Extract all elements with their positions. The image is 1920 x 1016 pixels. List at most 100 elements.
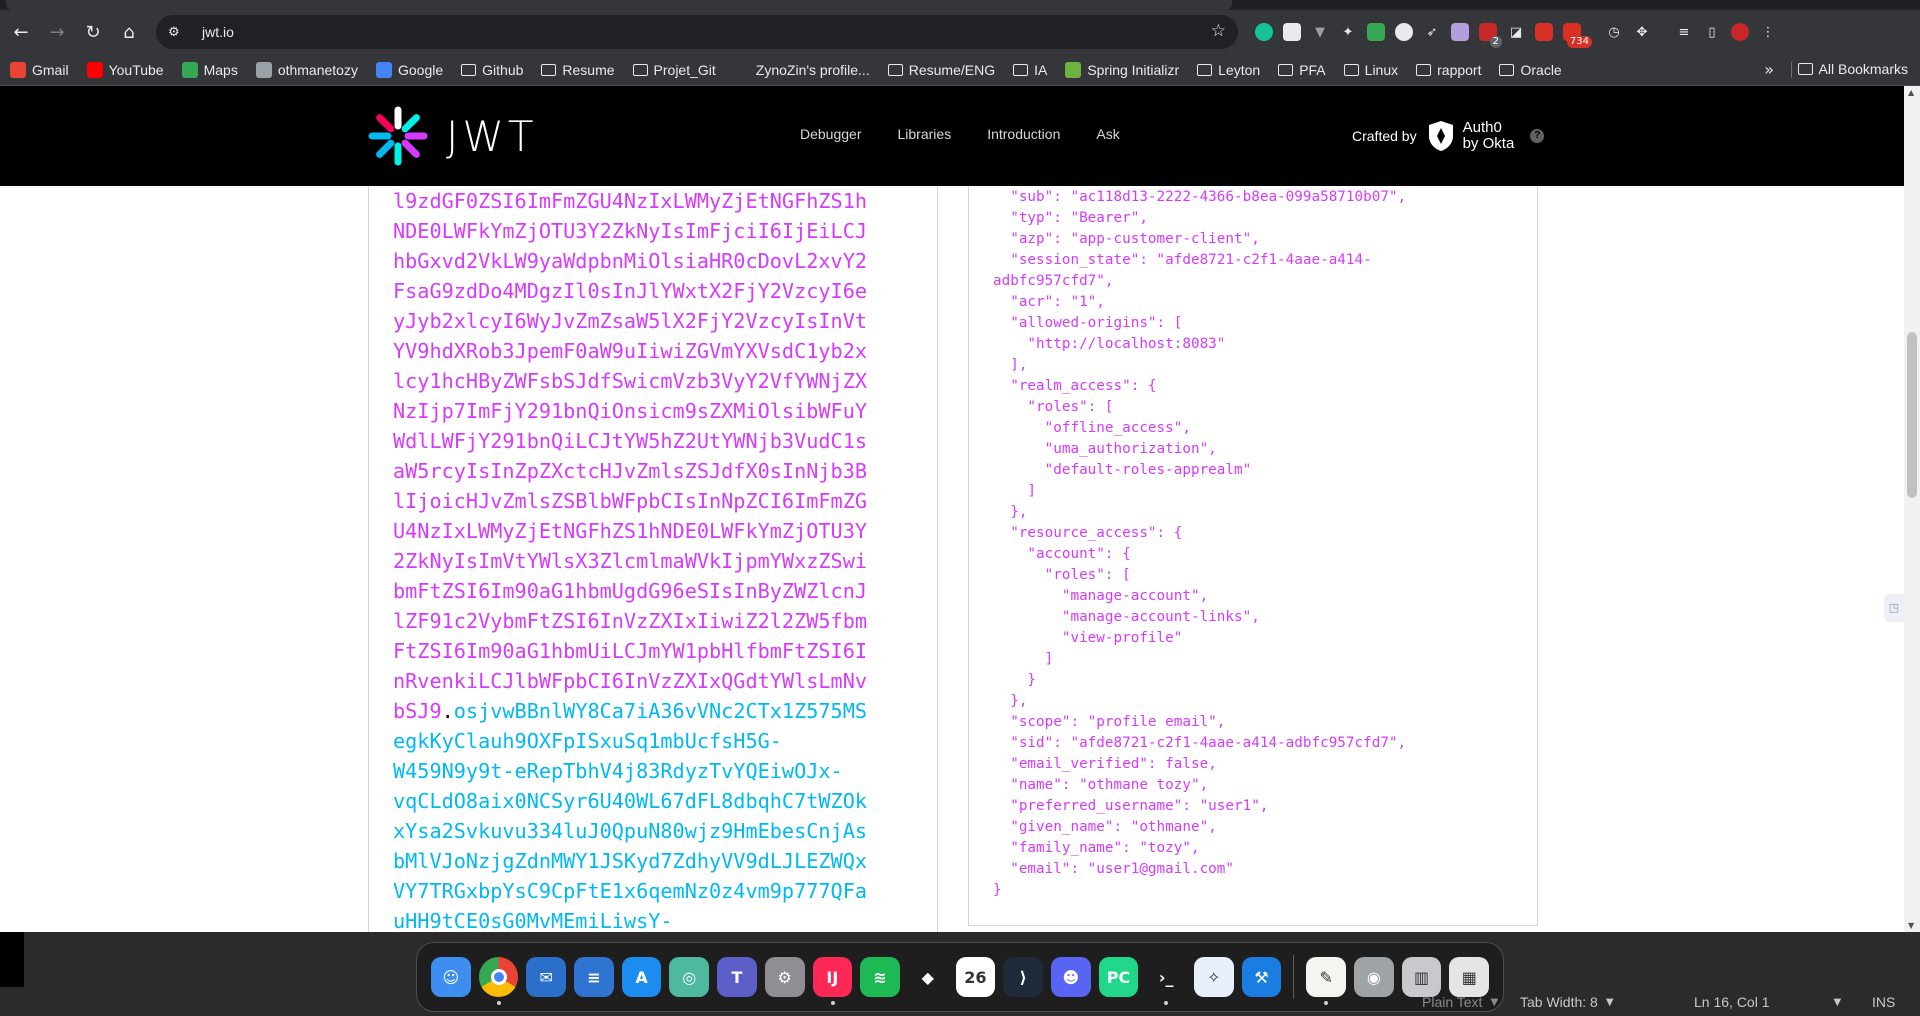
home-icon[interactable]: ⌂ — [114, 17, 144, 47]
editor-statusbar: Plain Text ▼ Tab Width: 8 ▼ Ln 16, Col 1 ▼ … — [0, 988, 1920, 1016]
decoded-line: ], — [993, 357, 1028, 373]
bird-extension-icon[interactable]: ✦ — [1336, 20, 1360, 44]
capture-extension-icon[interactable]: ◪ — [1504, 20, 1528, 44]
decoded-line: "offline_access", — [993, 420, 1191, 436]
bookmark-item[interactable]: Github — [461, 62, 523, 78]
media-controls-icon[interactable]: ≡ — [1672, 20, 1696, 44]
mail-extension-icon[interactable]: 734 — [1560, 20, 1592, 48]
bookmark-label: Github — [482, 61, 524, 78]
bookmark-label: Google — [397, 61, 444, 78]
chevron-down-icon: ▼ — [1833, 996, 1842, 1008]
cursor-position[interactable]: Ln 16, Col 1 ▼ — [1694, 994, 1841, 1010]
nav-debugger[interactable]: Debugger — [800, 126, 862, 142]
scroll-down-arrow[interactable]: ▼ — [1908, 921, 1914, 930]
vue-devtools-icon[interactable]: ▼ — [1308, 20, 1332, 44]
site-info-icon[interactable]: ⚙ — [168, 25, 188, 40]
extensions-puzzle-icon[interactable]: ✥ — [1630, 20, 1654, 44]
bookmark-star-icon[interactable]: ☆ — [1211, 21, 1226, 41]
site-header: JWT Debugger Libraries Introduction Ask … — [0, 86, 1904, 186]
decoded-line: "name": "othmane tozy", — [993, 777, 1209, 793]
bookmark-item[interactable]: Spring Initializr — [1065, 61, 1180, 78]
scroll-up-arrow[interactable]: ▲ — [1908, 88, 1914, 97]
bookmark-item[interactable]: Projet_Git — [632, 62, 716, 78]
encoded-line: yJyb2xlcyI6WyJvZmZsaW5lX2FjY2VzcyIsInVt — [393, 306, 867, 336]
bookmark-item[interactable]: Google — [375, 61, 444, 78]
scrollbar-thumb[interactable] — [1907, 332, 1917, 498]
url-text[interactable]: jwt.io — [202, 24, 234, 40]
insert-mode[interactable]: INS — [1872, 994, 1895, 1010]
red-badge-extension-icon[interactable]: 2 — [1476, 20, 1502, 48]
nav-introduction[interactable]: Introduction — [987, 126, 1060, 142]
encoded-line: uHH9tCE0sG0MvMEmiLiwsY- — [393, 906, 867, 932]
nav-libraries[interactable]: Libraries — [898, 126, 952, 142]
bookmark-label: rapport — [1437, 61, 1482, 78]
encoded-line: xYsa2Svkuvu334luJ0QpuN80wjz9HmEbesCnjAs — [393, 816, 867, 846]
decoded-payload-text[interactable]: "sub": "ac118d13-2222-4366-b8ea-099a5871… — [993, 187, 1406, 901]
crafted-by[interactable]: Crafted by Auth0 by Okta ? — [1352, 120, 1545, 152]
decoded-line: "roles": [ — [993, 567, 1131, 583]
decoded-line: "manage-account-links", — [993, 609, 1260, 625]
bookmark-item[interactable]: othmanetozy — [255, 61, 358, 78]
cursor-position-label: Ln 16, Col 1 — [1694, 994, 1770, 1010]
grammarly-icon[interactable] — [1252, 20, 1276, 44]
pdf-extension-icon[interactable] — [1532, 20, 1556, 44]
browser-toolbar: ← → ↻ ⌂ ⚙ jwt.io ☆ ▼ ✦ ➶ 2 ◪ 734 ◷ ✥ ≡ ▯… — [0, 10, 1920, 54]
profile-avatar-icon[interactable] — [1728, 20, 1752, 44]
page-scrollbar[interactable]: ▲ ▼ — [1904, 86, 1920, 932]
gmail-icon — [10, 61, 26, 78]
reload-icon[interactable]: ↻ — [78, 17, 108, 47]
decoded-line: "uma_authorization", — [993, 441, 1217, 457]
side-panel-icon[interactable]: ▯ — [1700, 20, 1724, 44]
browser-menu-icon[interactable]: ⋮ — [1756, 20, 1780, 44]
side-widget-tab[interactable]: ◳ — [1884, 594, 1904, 622]
decoded-line: "sid": "afde8721-c2f1-4aae-a414-adbfc957… — [993, 735, 1407, 751]
bookmark-item[interactable]: Oracle — [1499, 62, 1562, 78]
bookmark-item[interactable]: PFA — [1278, 62, 1326, 78]
jwt-logo[interactable]: JWT — [368, 106, 538, 166]
all-bookmarks-button[interactable]: All Bookmarks — [1797, 61, 1908, 77]
purple-extension-icon[interactable] — [1448, 20, 1472, 44]
encoded-token-text[interactable]: l9zdGF0ZSI6ImFmZGU4NzIxLWMyZjEtNGFhZS1h N… — [393, 186, 867, 932]
encoded-line: bmFtZSI6Im90aG1hbmUgdG96eSIsInByZWZlcnJ — [393, 576, 867, 606]
encoded-line: FtZSI6Im90aG1hbmUiLCJmYW1pbHlfbmFtZSI6I — [393, 636, 867, 666]
timer-extension-icon[interactable]: ◷ — [1602, 20, 1626, 44]
bookmark-item[interactable]: ZynoZin's profile... — [733, 61, 870, 78]
active-tab[interactable] — [6, 0, 1232, 10]
qr-code-icon[interactable] — [1280, 20, 1304, 44]
bookmark-item[interactable]: Resume/ENG — [887, 62, 995, 78]
forward-icon[interactable]: → — [42, 17, 72, 47]
bookmark-item[interactable]: rapport — [1416, 62, 1481, 78]
circle-extension-icon[interactable] — [1392, 20, 1416, 44]
token-signature-segment: VY7TRGxbpYsC9CpFtE1x6qemNz0z4vm9p777QFa — [393, 879, 868, 903]
folder-icon — [1499, 63, 1515, 76]
decoded-payload-panel[interactable]: "sub": "ac118d13-2222-4366-b8ea-099a5871… — [968, 186, 1538, 926]
nav-ask[interactable]: Ask — [1096, 126, 1119, 142]
bookmark-item[interactable]: YouTube — [86, 61, 164, 78]
tab-width-label: Tab Width: 8 — [1520, 994, 1598, 1010]
chart-extension-icon[interactable] — [1364, 20, 1388, 44]
auth0-shield-icon — [1428, 121, 1453, 151]
token-payload-segment: lcy1hcHByZWFsbSJdfSwicmVzb3VyY2VfYWNjZX — [393, 369, 868, 393]
chrome-center — [490, 969, 507, 985]
bookmark-label: Spring Initializr — [1087, 61, 1180, 78]
tab-width-selector[interactable]: Tab Width: 8 ▼ — [1520, 994, 1614, 1010]
bookmark-item[interactable]: Resume — [541, 62, 615, 78]
token-signature-segment: xYsa2Svkuvu334luJ0QpuN80wjz9HmEbesCnjAs — [393, 819, 868, 843]
bookmark-item[interactable]: Linux — [1343, 62, 1398, 78]
rocket-extension-icon[interactable]: ➶ — [1420, 20, 1444, 44]
back-icon[interactable]: ← — [6, 17, 36, 47]
more-bookmarks-icon[interactable]: » — [1764, 60, 1774, 79]
syntax-selector[interactable]: Plain Text ▼ — [1422, 994, 1498, 1010]
bookmark-item[interactable]: Gmail — [10, 61, 69, 78]
profile-icon — [733, 61, 750, 78]
bookmark-item[interactable]: Leyton — [1197, 62, 1260, 78]
encoded-line: egkKyClauh9OXFpISxuSq1mbUcfsH5G- — [393, 726, 867, 756]
help-icon[interactable]: ? — [1530, 129, 1545, 143]
encoded-line: hbGxvd2VkLW9yaWdpbnMiOlsiaHR0cDovL2xvY2 — [393, 246, 867, 276]
bookmark-item[interactable]: IA — [1013, 62, 1047, 78]
address-bar[interactable]: ⚙ jwt.io ☆ — [156, 15, 1238, 49]
token-payload-segment: U4NzIxLWMyZjEtNGFhZS1hNDE0LWFkYmZjOTU3Y — [393, 519, 868, 543]
encoded-token-panel[interactable]: l9zdGF0ZSI6ImFmZGU4NzIxLWMyZjEtNGFhZS1h N… — [368, 186, 938, 932]
jwt-logo-icon — [368, 106, 428, 166]
bookmark-item[interactable]: Maps — [181, 61, 238, 78]
